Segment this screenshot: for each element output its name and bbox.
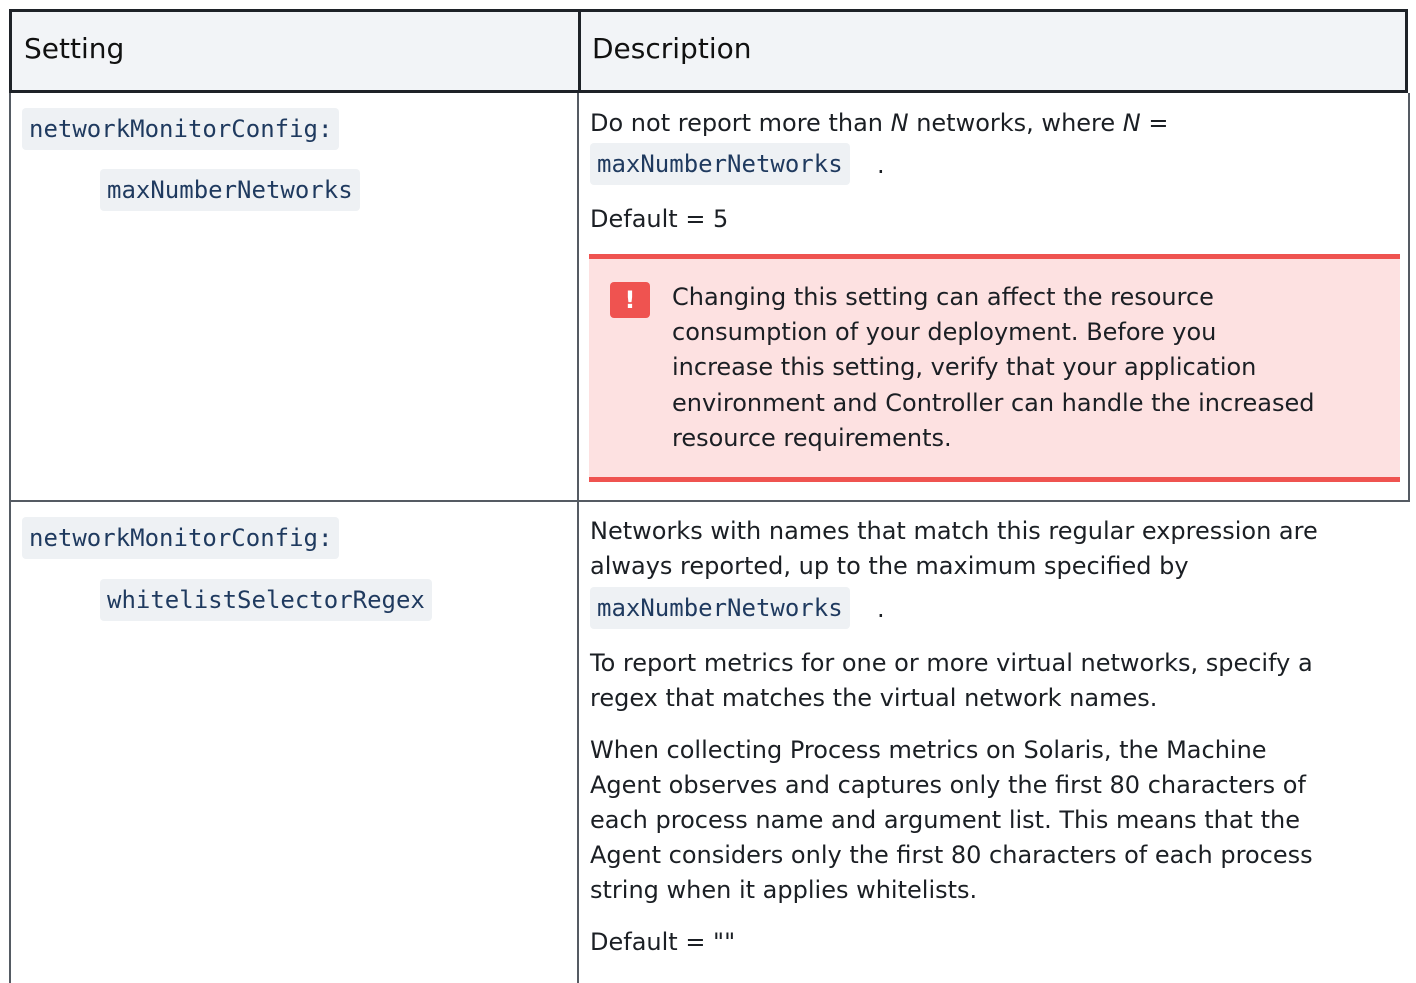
row2-paragraph1-period: . xyxy=(877,595,885,623)
table-row-divider xyxy=(9,500,1410,502)
row2-paragraph3-line: each process name and argument list. Thi… xyxy=(590,806,1300,834)
row1-description-period: . xyxy=(877,151,885,179)
row1-description-line1: Do not report more than N networks, wher… xyxy=(590,109,1169,137)
callout-line: Changing this setting can affect the res… xyxy=(672,283,1214,311)
row2-default: Default = "" xyxy=(590,928,736,956)
callout-line: increase this setting, verify that your … xyxy=(672,353,1257,381)
row1-default: Default = 5 xyxy=(590,205,729,233)
setting-parent-code: networkMonitorConfig: xyxy=(22,108,340,150)
callout-line: consumption of your deployment. Before y… xyxy=(672,318,1217,346)
header-setting: Setting xyxy=(24,32,125,65)
header-divider xyxy=(578,12,581,90)
table-border-right xyxy=(1408,93,1410,501)
header-description: Description xyxy=(592,32,752,65)
header-row: Setting Description xyxy=(9,9,1408,93)
row2-paragraph1-line: Networks with names that match this regu… xyxy=(590,517,1318,545)
row2-paragraph2-line: regex that matches the virtual network n… xyxy=(590,684,1158,712)
row2-paragraph3-line: string when it applies whitelists. xyxy=(590,876,978,904)
exclamation-icon: ! xyxy=(610,282,650,318)
row2-paragraph1-line: always reported, up to the maximum speci… xyxy=(590,552,1189,580)
row2-paragraph3-line: Agent considers only the first 80 charac… xyxy=(590,841,1313,869)
row2-paragraph3-line: When collecting Process metrics on Solar… xyxy=(590,736,1267,764)
callout-line: resource requirements. xyxy=(672,424,952,452)
row2-paragraph2-line: To report metrics for one or more virtua… xyxy=(590,649,1313,677)
table-column-divider xyxy=(577,93,579,983)
table-border-left xyxy=(9,93,11,983)
callout-line: environment and Controller can handle th… xyxy=(672,389,1315,417)
row2-paragraph1-code: maxNumberNetworks xyxy=(590,587,850,629)
setting-parent-code: networkMonitorConfig: xyxy=(22,517,340,559)
row1-description-code: maxNumberNetworks xyxy=(590,143,850,185)
setting-child-code: whitelistSelectorRegex xyxy=(100,579,432,621)
setting-child-code: maxNumberNetworks xyxy=(100,169,360,211)
row2-paragraph3-line: Agent observes and captures only the fir… xyxy=(590,771,1306,799)
